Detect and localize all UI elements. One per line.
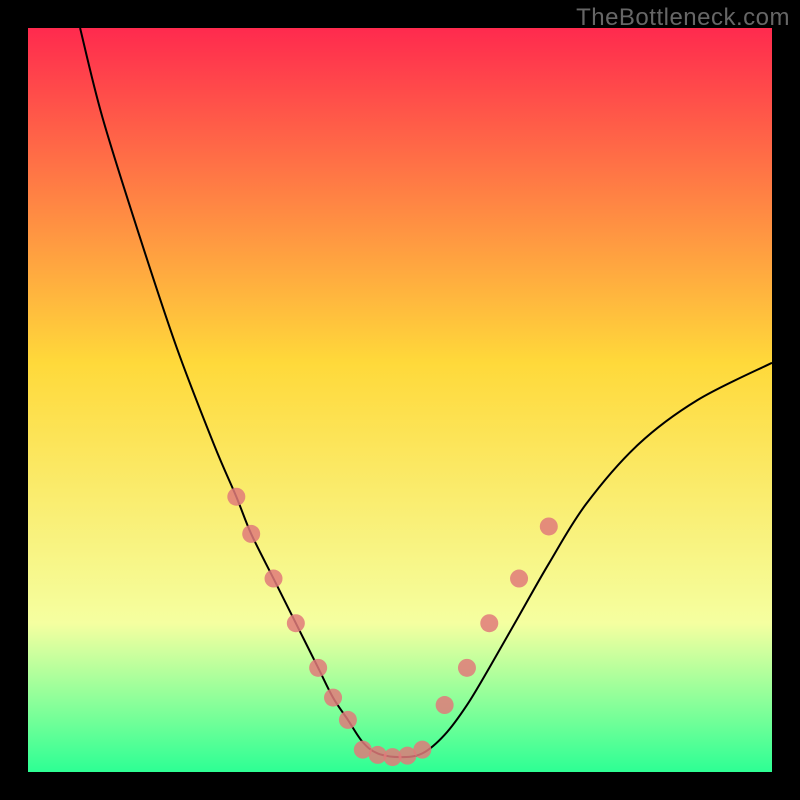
- highlight-point: [227, 488, 245, 506]
- highlight-point: [265, 570, 283, 588]
- watermark-text: TheBottleneck.com: [576, 4, 790, 32]
- chart-container: TheBottleneck.com: [0, 0, 800, 800]
- highlight-point: [458, 659, 476, 677]
- highlight-point: [309, 659, 327, 677]
- highlight-point: [480, 614, 498, 632]
- highlight-point: [339, 711, 357, 729]
- highlight-point: [324, 689, 342, 707]
- highlight-point: [287, 614, 305, 632]
- highlight-point: [242, 525, 260, 543]
- highlight-point: [510, 570, 528, 588]
- chart-plot-area: [28, 28, 772, 772]
- highlight-point: [413, 741, 431, 759]
- bottleneck-chart: [0, 0, 800, 800]
- highlight-point: [540, 517, 558, 535]
- highlight-point: [436, 696, 454, 714]
